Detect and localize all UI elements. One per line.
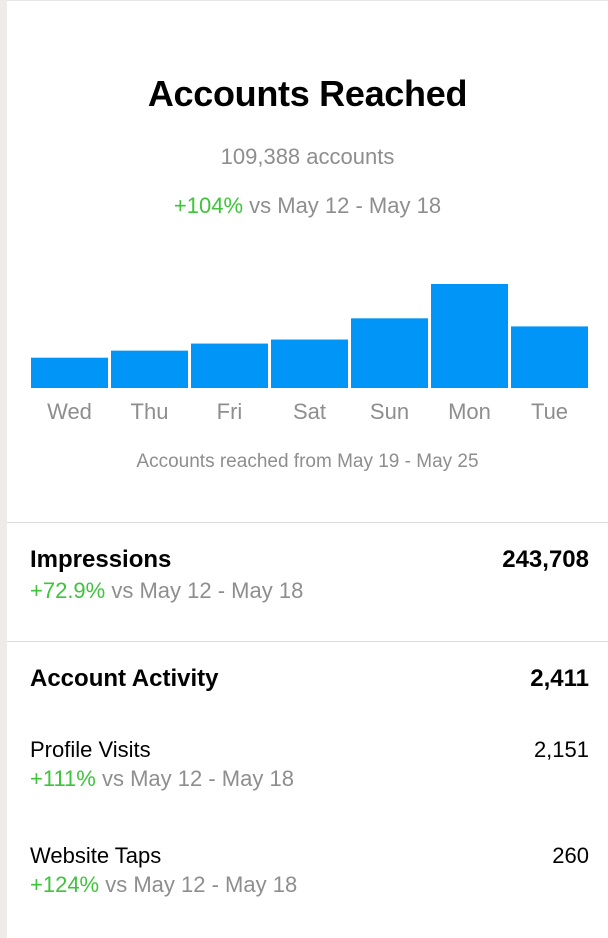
accounts-reached-count: 109,388 accounts bbox=[220, 144, 395, 169]
bar-mon bbox=[431, 284, 508, 388]
bar-thu bbox=[111, 350, 188, 388]
bar-fri bbox=[191, 343, 268, 388]
change-percent: +104% bbox=[173, 193, 244, 218]
insights-page: Accounts Reached 109,388 accounts +104% … bbox=[0, 0, 608, 938]
change-percent: +124% bbox=[30, 872, 100, 897]
accounts-reached-change: +104% vs May 12 - May 18 bbox=[7, 191, 608, 221]
bar-tue bbox=[511, 326, 588, 388]
left-edge bbox=[0, 0, 7, 938]
change-percent: +111% bbox=[30, 766, 96, 791]
account-activity-title: Account Activity bbox=[30, 665, 219, 692]
website-taps-change: +124% vs May 12 - May 18 bbox=[30, 871, 297, 899]
tick-label-sun: Sun bbox=[370, 399, 409, 424]
tick-label-mon: Mon bbox=[448, 399, 491, 424]
change-compare: vs May 12 - May 18 bbox=[99, 872, 298, 897]
impressions-value: 243,708 bbox=[502, 546, 589, 573]
change-compare: vs May 12 - May 18 bbox=[105, 578, 304, 603]
change-percent: +72.9% bbox=[30, 578, 106, 603]
profile-visits-value: 2,151 bbox=[533, 737, 589, 762]
section-divider bbox=[7, 641, 608, 642]
account-activity-value: 2,411 bbox=[530, 665, 589, 692]
tick-label-sat: Sat bbox=[293, 399, 326, 424]
chart-caption: Accounts reached from May 19 - May 25 bbox=[136, 451, 479, 472]
tick-label-wed: Wed bbox=[47, 399, 92, 424]
tick-label-fri: Fri bbox=[217, 399, 243, 424]
bar-wed bbox=[31, 357, 108, 388]
profile-visits-title: Profile Visits bbox=[30, 737, 151, 762]
bar-sun bbox=[351, 318, 428, 388]
section-divider bbox=[7, 522, 608, 523]
tick-label-thu: Thu bbox=[131, 399, 169, 424]
change-compare: vs May 12 - May 18 bbox=[243, 193, 442, 218]
website-taps-title: Website Taps bbox=[30, 843, 162, 868]
impressions-change: +72.9% vs May 12 - May 18 bbox=[30, 577, 303, 605]
top-divider bbox=[7, 0, 608, 1]
profile-visits-change: +111% vs May 12 - May 18 bbox=[30, 765, 294, 793]
accounts-reached-title: Accounts Reached bbox=[147, 73, 468, 114]
website-taps-value: 260 bbox=[552, 843, 589, 868]
change-compare: vs May 12 - May 18 bbox=[95, 766, 294, 791]
impressions-title: Impressions bbox=[30, 546, 172, 573]
tick-label-tue: Tue bbox=[531, 399, 568, 424]
bar-sat bbox=[271, 339, 348, 388]
